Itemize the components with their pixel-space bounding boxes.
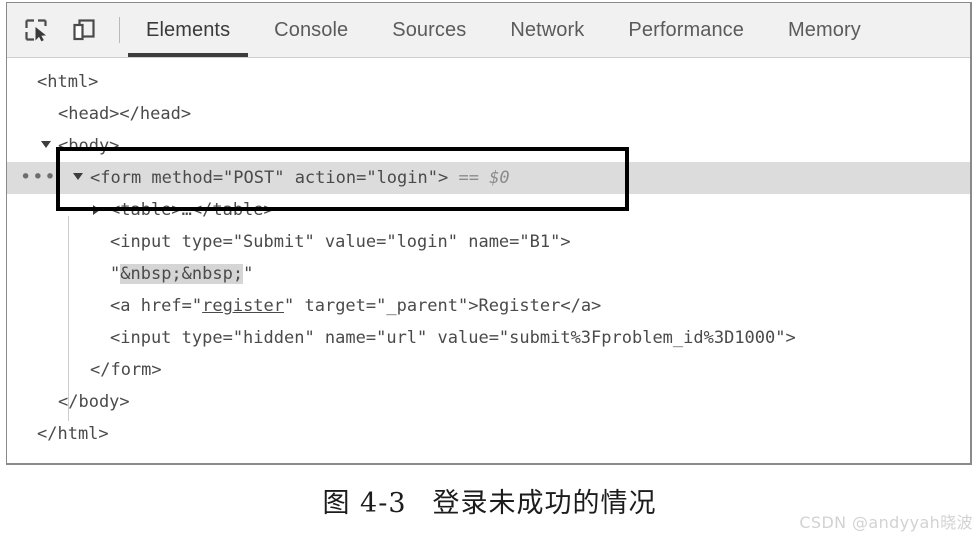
dom-row-body[interactable]: <body>	[7, 130, 970, 162]
tab-memory[interactable]: Memory	[766, 3, 883, 57]
dom-node-text-nbsp: "&nbsp;&nbsp;"	[110, 258, 253, 290]
toolbar-divider	[119, 17, 120, 43]
dom-row-table[interactable]: <table>…</table>	[7, 194, 970, 226]
dom-node-input-hidden: <input type="hidden" name="url" value="s…	[110, 328, 796, 348]
toolbar-icon-group	[7, 15, 99, 45]
dom-node-form-eq: ==	[448, 168, 490, 188]
figure-number: 图 4-3	[322, 488, 407, 519]
text-node-quote-close: "	[243, 264, 254, 284]
dom-row-form-close[interactable]: </form>	[7, 354, 970, 386]
expand-triangle-down-icon[interactable]	[73, 173, 83, 180]
dom-row-input-submit[interactable]: <input type="Submit" value="login" name=…	[7, 226, 970, 258]
dom-node-form-dollar-ref: $0	[489, 168, 510, 188]
dom-node-form-tag: <form method="POST" action="login">	[90, 168, 449, 188]
dom-node-body-close: </body>	[58, 392, 130, 412]
dom-row-form[interactable]: ••• <form method="POST" action="login"> …	[7, 162, 970, 194]
dom-node-form-close: </form>	[90, 360, 162, 380]
dom-node-head: <head></head>	[58, 104, 192, 124]
tab-console[interactable]: Console	[252, 3, 370, 57]
figure-title: 登录未成功的情况	[432, 488, 657, 519]
tab-elements[interactable]: Elements	[124, 3, 252, 57]
tab-network[interactable]: Network	[488, 3, 606, 57]
text-node-quote-open: "	[110, 264, 121, 284]
dom-node-body: <body>	[58, 136, 120, 156]
devtools-tab-bar: Elements Console Sources Network Perform…	[124, 3, 970, 57]
tab-performance[interactable]: Performance	[606, 3, 766, 57]
device-toolbar-icon[interactable]	[69, 15, 99, 45]
dom-tree-pane[interactable]: <html> <head></head> <body> ••• <form me…	[7, 58, 970, 463]
dom-node-form: <form method="POST" action="login"> == $…	[90, 162, 510, 194]
dom-row-input-hidden[interactable]: <input type="hidden" name="url" value="s…	[7, 322, 970, 354]
dom-node-html-close: </html>	[37, 424, 109, 444]
dom-row-text-node-nbsp[interactable]: "&nbsp;&nbsp;"	[7, 258, 970, 290]
dom-row-head[interactable]: <head></head>	[7, 98, 970, 130]
tab-network-label: Network	[510, 18, 585, 41]
text-node-value: &nbsp;&nbsp;	[120, 264, 244, 284]
anchor-tag-suffix: " target="_parent">Register</a>	[284, 296, 602, 316]
tab-memory-label: Memory	[788, 18, 861, 41]
tab-sources-label: Sources	[392, 18, 467, 41]
dom-node-table: <table>…</table>	[110, 200, 274, 220]
devtools-window: Elements Console Sources Network Perform…	[6, 2, 972, 465]
dom-node-html: <html>	[37, 72, 99, 92]
tab-sources[interactable]: Sources	[370, 3, 488, 57]
devtools-toolbar: Elements Console Sources Network Perform…	[7, 3, 970, 58]
inspect-element-icon[interactable]	[21, 15, 51, 45]
watermark: CSDN @andyyah晓波	[799, 513, 973, 532]
tab-performance-label: Performance	[628, 18, 744, 41]
anchor-href-link[interactable]: register	[202, 296, 284, 316]
tab-elements-label: Elements	[146, 18, 231, 41]
expand-triangle-right-icon[interactable]	[93, 205, 100, 215]
tab-console-label: Console	[274, 18, 349, 41]
dom-node-anchor: <a href="register" target="_parent">Regi…	[110, 290, 601, 322]
dom-row-html-close[interactable]: </html>	[7, 418, 970, 450]
dom-node-input-submit: <input type="Submit" value="login" name=…	[110, 232, 571, 252]
dom-row-body-close[interactable]: </body>	[7, 386, 970, 418]
anchor-tag-prefix: <a href="	[110, 296, 203, 316]
hidden-nodes-badge[interactable]: •••	[20, 162, 57, 194]
expand-triangle-down-icon[interactable]	[41, 141, 51, 148]
dom-row-html[interactable]: <html>	[7, 66, 970, 98]
dom-row-anchor-register[interactable]: <a href="register" target="_parent">Regi…	[7, 290, 970, 322]
